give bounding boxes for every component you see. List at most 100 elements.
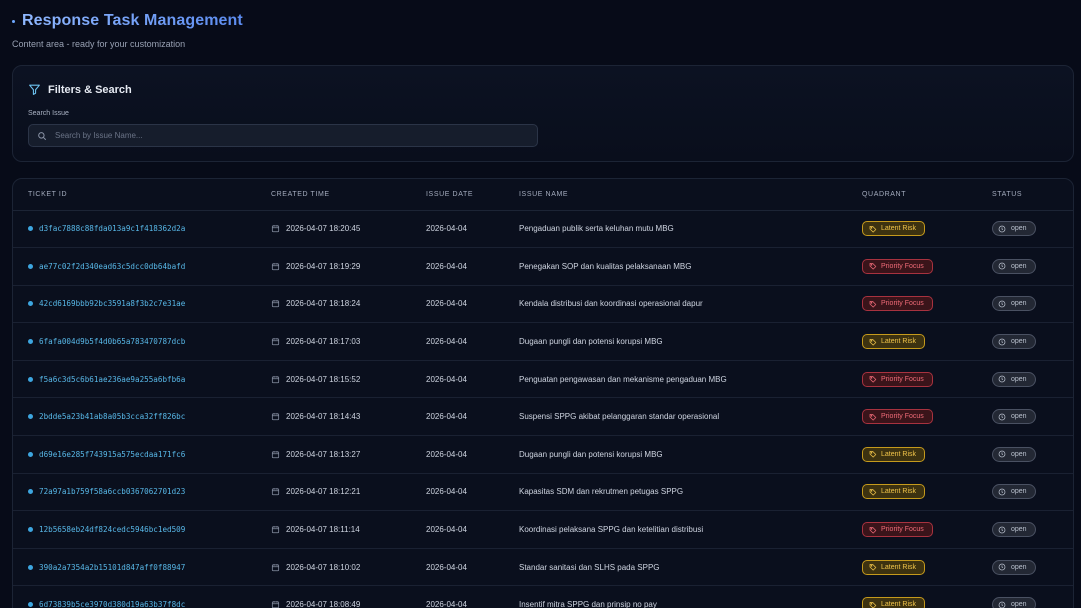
column-status[interactable]: STATUS [977, 179, 1073, 211]
tag-icon [869, 376, 877, 383]
created-time: 2026-04-07 18:14:43 [286, 412, 361, 422]
column-issue-name[interactable]: ISSUE NAME [504, 179, 847, 211]
table-row[interactable]: 390a2a7354a2b15101d847aff0f88947 2026-04-… [13, 548, 1073, 587]
issue-date-cell: 2026-04-04 [411, 473, 504, 512]
table-row[interactable]: d69e16e285f743915a575ecdaa171fc6 2026-04-… [13, 435, 1073, 474]
ticket-id[interactable]: 72a97a1b759f58a6ccb0367062701d23 [39, 487, 185, 496]
table-row[interactable]: d3fac7888c88fda013a9c1f418362d2a 2026-04-… [13, 210, 1073, 249]
ticket-id[interactable]: d3fac7888c88fda013a9c1f418362d2a [39, 224, 185, 233]
created-time-wrap: 2026-04-07 18:14:43 [271, 412, 411, 421]
ticket-dot-icon [28, 376, 33, 382]
table-row[interactable]: 6d73839b5ce3970d380d19a63b37f8dc 2026-04-… [13, 585, 1073, 608]
created-time: 2026-04-07 18:12:21 [286, 487, 361, 497]
status-cell: open [977, 285, 1073, 324]
clock-icon [998, 263, 1006, 270]
page-subtitle: Content area - ready for your customizat… [12, 39, 186, 49]
table-row[interactable]: 6fafa004d9b5f4d0b65a783470787dcb 2026-04-… [13, 322, 1073, 361]
search-input[interactable] [55, 131, 537, 140]
ticket-id-wrap: 42cd6169bbb92bc3591a8f3b2c7e31ae [28, 299, 256, 308]
quadrant-badge: Priority Focus [862, 371, 933, 387]
column-created-time[interactable]: CREATED TIME [256, 179, 411, 211]
quadrant-label: Latent Risk [881, 563, 917, 571]
issue-date-cell: 2026-04-04 [411, 360, 504, 399]
clock-icon [998, 601, 1006, 608]
issue-name-cell: Penegakan SOP dan kualitas pelaksanaan M… [504, 247, 847, 286]
issue-name-cell: Suspensi SPPG akibat pelanggaran standar… [504, 397, 847, 437]
status-label: open [1011, 262, 1027, 270]
quadrant-label: Latent Risk [881, 225, 917, 233]
title-dot-icon [12, 20, 15, 23]
calendar-icon [271, 413, 280, 421]
ticket-dot-icon [28, 527, 33, 533]
search-icon [38, 131, 47, 140]
status-badge: open [992, 484, 1036, 500]
ticket-id[interactable]: ae77c02f2d340ead63c5dcc0db64bafd [39, 262, 185, 271]
issue-name-cell: Penguatan pengawasan dan mekanisme penga… [504, 360, 847, 399]
search-box[interactable] [28, 124, 538, 147]
column-issue-date[interactable]: ISSUE DATE [411, 179, 504, 211]
issue-name-cell: Kapasitas SDM dan rekrutmen petugas SPPG [504, 473, 847, 512]
created-time: 2026-04-07 18:20:45 [286, 224, 361, 234]
ticket-id[interactable]: 6fafa004d9b5f4d0b65a783470787dcb [39, 337, 185, 346]
status-cell: open [977, 322, 1073, 361]
ticket-id[interactable]: 42cd6169bbb92bc3591a8f3b2c7e31ae [39, 299, 185, 308]
status-cell: open [977, 585, 1073, 608]
created-time-wrap: 2026-04-07 18:20:45 [271, 224, 411, 233]
created-time-cell: 2026-04-07 18:14:43 [256, 397, 411, 437]
quadrant-cell: Latent Risk [847, 585, 977, 608]
ticket-id[interactable]: d69e16e285f743915a575ecdaa171fc6 [39, 450, 185, 459]
created-time-cell: 2026-04-07 18:10:02 [256, 548, 411, 587]
ticket-id-cell: f5a6c3d5c6b61ae236ae9a255a6bfb6a [13, 360, 256, 399]
column-quadrant[interactable]: QUADRANT [847, 179, 977, 211]
issue-date-cell: 2026-04-04 [411, 247, 504, 286]
ticket-id[interactable]: 12b5658eb24df824cedc5946bc1ed509 [39, 525, 185, 534]
filters-header: Filters & Search [28, 83, 132, 96]
issue-date-cell: 2026-04-04 [411, 322, 504, 361]
clock-icon [998, 450, 1006, 458]
table-body: d3fac7888c88fda013a9c1f418362d2a 2026-04-… [13, 210, 1073, 608]
status-cell: open [977, 360, 1073, 399]
ticket-id-wrap: f5a6c3d5c6b61ae236ae9a255a6bfb6a [28, 375, 256, 384]
ticket-id[interactable]: 2bdde5a23b41ab8a05b3cca32ff826bc [39, 412, 185, 421]
tag-icon [869, 225, 877, 233]
page-header: Response Task Management Content area - … [12, 12, 243, 49]
quadrant-cell: Latent Risk [847, 473, 977, 512]
ticket-id[interactable]: 6d73839b5ce3970d380d19a63b37f8dc [39, 600, 185, 608]
ticket-id[interactable]: f5a6c3d5c6b61ae236ae9a255a6bfb6a [39, 375, 185, 384]
quadrant-badge: Latent Risk [862, 334, 926, 350]
quadrant-cell: Priority Focus [847, 397, 977, 437]
clock-icon [998, 300, 1006, 308]
table-row[interactable]: 12b5658eb24df824cedc5946bc1ed509 2026-04-… [13, 510, 1073, 549]
ticket-dot-icon [28, 564, 33, 570]
table-row[interactable]: 42cd6169bbb92bc3591a8f3b2c7e31ae 2026-04-… [13, 285, 1073, 324]
quadrant-label: Priority Focus [881, 375, 924, 383]
created-time-cell: 2026-04-07 18:12:21 [256, 473, 411, 512]
quadrant-label: Latent Risk [881, 488, 917, 496]
issue-date-cell: 2026-04-04 [411, 397, 504, 437]
clock-icon [998, 488, 1006, 496]
column-ticket-id[interactable]: TICKET ID [13, 179, 256, 211]
ticket-id-wrap: 12b5658eb24df824cedc5946bc1ed509 [28, 525, 256, 534]
ticket-id[interactable]: 390a2a7354a2b15101d847aff0f88947 [39, 563, 185, 572]
ticket-id-wrap: 390a2a7354a2b15101d847aff0f88947 [28, 563, 256, 572]
ticket-dot-icon [28, 414, 33, 420]
created-time: 2026-04-07 18:15:52 [286, 374, 361, 384]
quadrant-label: Latent Risk [881, 338, 917, 346]
issue-date-cell: 2026-04-04 [411, 435, 504, 474]
issue-date-cell: 2026-04-04 [411, 585, 504, 608]
created-time-cell: 2026-04-07 18:08:49 [256, 585, 411, 608]
ticket-id-wrap: ae77c02f2d340ead63c5dcc0db64bafd [28, 262, 256, 271]
quadrant-cell: Latent Risk [847, 322, 977, 361]
quadrant-label: Priority Focus [881, 526, 924, 534]
calendar-icon [271, 263, 280, 270]
calendar-icon [271, 488, 280, 496]
issue-name-cell: Kendala distribusi dan koordinasi operas… [504, 285, 847, 324]
table-row[interactable]: 72a97a1b759f58a6ccb0367062701d23 2026-04-… [13, 473, 1073, 512]
table-row[interactable]: 2bdde5a23b41ab8a05b3cca32ff826bc 2026-04-… [13, 397, 1073, 437]
tag-icon [869, 263, 877, 270]
table-row[interactable]: f5a6c3d5c6b61ae236ae9a255a6bfb6a 2026-04-… [13, 360, 1073, 399]
table-row[interactable]: ae77c02f2d340ead63c5dcc0db64bafd 2026-04-… [13, 247, 1073, 286]
ticket-id-cell: d3fac7888c88fda013a9c1f418362d2a [13, 210, 256, 249]
status-label: open [1011, 338, 1027, 346]
tasks-table-panel: TICKET ID CREATED TIME ISSUE DATE ISSUE … [12, 178, 1074, 608]
